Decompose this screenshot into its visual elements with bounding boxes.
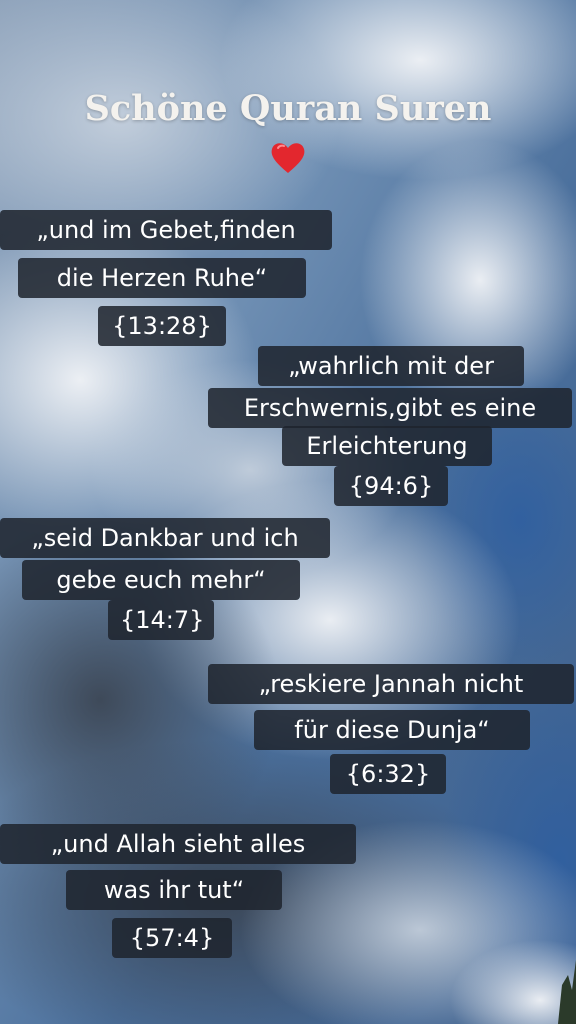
- heart-icon: [271, 143, 305, 173]
- quote-3-reference: {14:7}: [108, 600, 214, 640]
- quote-3-line-1: „seid Dankbar und ich: [0, 518, 330, 558]
- quote-1-reference: {13:28}: [98, 306, 226, 346]
- quote-5-line-2: was ihr tut“: [66, 870, 282, 910]
- quote-1-line-1: „und im Gebet,finden: [0, 210, 332, 250]
- quote-5-reference: {57:4}: [112, 918, 232, 958]
- quote-1-line-2: die Herzen Ruhe“: [18, 258, 306, 298]
- quote-2-line-2: Erschwernis,gibt es eine: [208, 388, 572, 428]
- quote-4-reference: {6:32}: [330, 754, 446, 794]
- quote-2-reference: {94:6}: [334, 466, 448, 506]
- quote-4-line-2: für diese Dunja“: [254, 710, 530, 750]
- quote-4-line-1: „reskiere Jannah nicht: [208, 664, 574, 704]
- page-title: Schöne Quran Suren: [84, 88, 492, 129]
- quote-5-line-1: „und Allah sieht alles: [0, 824, 356, 864]
- quote-2-line-1: „wahrlich mit der: [258, 346, 524, 386]
- quote-3-line-2: gebe euch mehr“: [22, 560, 300, 600]
- quote-2-line-3: Erleichterung: [282, 426, 492, 466]
